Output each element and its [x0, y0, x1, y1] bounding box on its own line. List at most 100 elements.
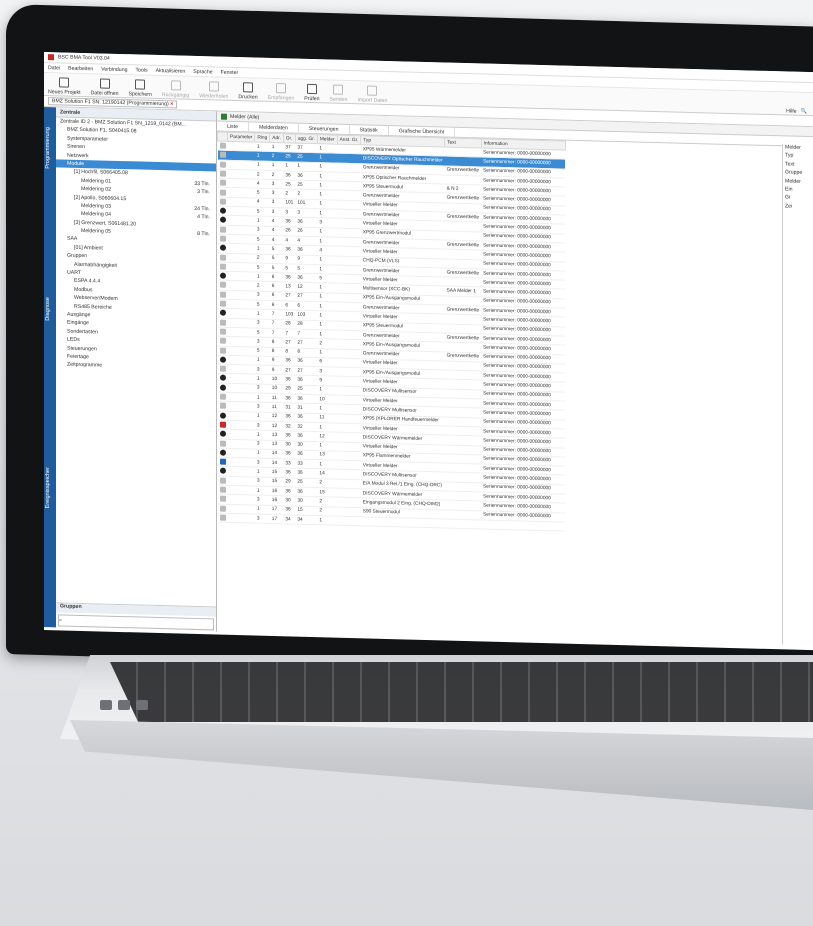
menu-item-3[interactable]: Tools [135, 67, 147, 73]
cell-melder: 12 [317, 431, 338, 442]
cell-gr: 26 [283, 226, 296, 237]
toolbar-button-4[interactable]: Wiederholen [199, 81, 228, 100]
column-header-icon[interactable] [217, 132, 228, 142]
cell-adr: 2 [269, 151, 284, 162]
cell-adr: 1 [269, 142, 284, 153]
row-icon-cell [217, 466, 228, 476]
cell-ring: 4 [254, 197, 270, 208]
side-tab-1[interactable]: Diagnose [45, 297, 51, 321]
close-icon[interactable]: × [170, 101, 173, 107]
menu-item-5[interactable]: Sprache [193, 68, 212, 75]
cell-ring: 2 [254, 253, 270, 264]
row-icon-cell [217, 354, 228, 365]
toolbar-button-8[interactable]: Senden [330, 84, 347, 103]
toolbar-button-7[interactable]: Prüfen [304, 83, 320, 102]
tree-node-label: Meldering 02 [81, 186, 111, 193]
row-icon-cell [217, 159, 228, 170]
grid-tab-0[interactable]: Liste [217, 121, 249, 132]
row-icon-cell [217, 280, 228, 291]
cell-gr: 8 [283, 347, 296, 357]
cell-adr: 9 [269, 365, 284, 376]
cell-gr: 3 [283, 207, 296, 218]
cell-melder: 1 [317, 171, 338, 182]
cell-adr: 12 [269, 421, 284, 431]
detector-grid-panel: Melder (Alle) Liste Melderdaten Steuerunge… [217, 111, 813, 648]
cell-gr: 25 [283, 152, 296, 162]
column-header[interactable]: Melder [317, 134, 338, 145]
detector-icon [219, 337, 226, 345]
cell-melder: 1 [317, 236, 338, 247]
detector-icon [219, 412, 226, 419]
cell-gr: 25 [283, 179, 296, 190]
cell-gr: 5 [283, 263, 296, 274]
search-icon[interactable]: 🔍 [801, 109, 807, 115]
tree-node-label: Zeitprogramme [67, 361, 103, 369]
cell-ring: 1 [254, 142, 270, 152]
side-tab-2[interactable]: Ereignisspeicher [45, 467, 51, 509]
toolbar-button-0[interactable]: Neues Projekt [48, 77, 81, 96]
menu-item-2[interactable]: Verbindung [101, 66, 127, 73]
cell-adr: 6 [269, 300, 284, 311]
cell-adr: 7 [269, 328, 284, 339]
column-header[interactable]: Adr. [269, 133, 284, 143]
tree-node-label: [3] Grenzwert, S061481.20 [74, 219, 136, 228]
cell-gr: 32 [283, 421, 296, 432]
cell-ring: 5 [254, 207, 270, 217]
detector-icon [219, 495, 226, 503]
tree-node-label: Meldering 03 [81, 202, 111, 210]
row-icon-cell [217, 485, 228, 495]
cell-gr: 36 [283, 217, 296, 227]
cell-ring: 5 [254, 327, 270, 338]
row-icon-cell [217, 271, 228, 281]
cell-melder: 1 [317, 199, 338, 210]
detector-icon [219, 375, 226, 382]
tree-node-label: Eingänge [67, 319, 89, 327]
cell-gr: 36 [283, 486, 296, 497]
column-header[interactable]: Gr. [283, 133, 296, 144]
groups-search-input[interactable]: ⌕ [58, 614, 214, 631]
cell-ring: 1 [254, 411, 270, 422]
grid-tab-2[interactable]: Steuerungen [298, 123, 350, 135]
cell-ring: 1 [254, 355, 270, 366]
menu-item-0[interactable]: Datei [48, 65, 60, 71]
row-icon-cell [217, 392, 228, 402]
toolbar-button-5[interactable]: Drucken [238, 82, 258, 101]
cell-adr: 10 [269, 374, 284, 385]
cell-gr: 9 [283, 254, 296, 264]
cell-gr: 36 [283, 412, 296, 422]
cell-gr: 101 [283, 198, 296, 209]
menu-item-1[interactable]: Bearbeiten [68, 65, 93, 72]
cell-melder: 1 [317, 143, 338, 154]
toolbar-button-3[interactable]: Rückgängig [162, 80, 189, 99]
cell-gr: 13 [283, 282, 296, 292]
column-header[interactable]: Ring [254, 133, 270, 143]
row-icon-cell [217, 429, 228, 439]
cell-adr: 4 [269, 235, 284, 246]
row-icon-cell [217, 503, 228, 514]
menu-item-4[interactable]: Aktualisieren [156, 67, 186, 74]
toolbar-button-1[interactable]: Datei öffnen [91, 78, 118, 97]
toolbar-button-2[interactable]: Speichern [128, 79, 152, 98]
cell-melder: 1 [317, 459, 338, 470]
menu-item-6[interactable]: Fenster [221, 69, 239, 75]
cell-melder: 1 [317, 162, 338, 173]
help-button[interactable]: Hilfe [786, 108, 796, 114]
side-tab-0[interactable]: Programmierung [45, 127, 51, 169]
main-area: Programmierung Diagnose Ereignisspeicher Z… [44, 107, 813, 647]
grid-tab-3[interactable]: Statistik [349, 125, 389, 136]
grid-tab-1[interactable]: Melderdaten [248, 122, 299, 133]
cell-melder: 1 [317, 292, 338, 303]
cell-melder: 1 [317, 255, 338, 266]
toolbar-button-icon [135, 79, 146, 90]
grid-tab-4[interactable]: Grafische Übersicht [388, 126, 456, 137]
row-icon-cell [217, 326, 228, 337]
toolbar-button-6[interactable]: Empfangen [268, 83, 294, 102]
keyboard [110, 662, 813, 722]
cell-melder: 1 [317, 283, 338, 293]
toolbar-button-9[interactable]: Import Daten [357, 85, 387, 104]
row-icon-cell [217, 345, 228, 356]
cell-adr: 8 [269, 337, 284, 348]
cell-melder: 15 [317, 487, 338, 498]
row-icon-cell [217, 475, 228, 486]
detector-icon [219, 170, 226, 177]
